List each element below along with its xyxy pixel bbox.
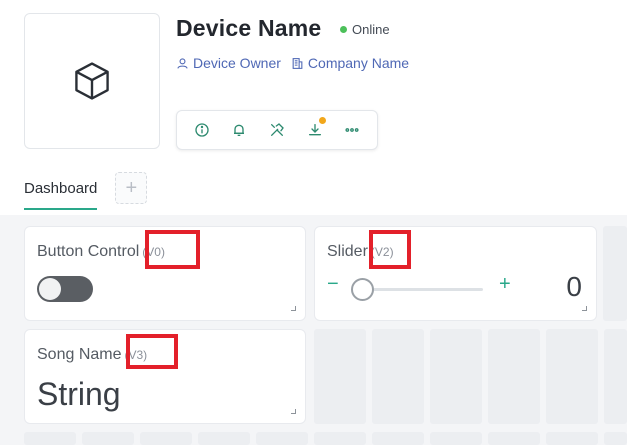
tools-button[interactable] bbox=[264, 117, 290, 143]
status-text: Online bbox=[352, 22, 390, 37]
device-name: Device Name bbox=[176, 15, 322, 41]
pin-highlight-v0 bbox=[145, 230, 200, 269]
grid-placeholder bbox=[198, 432, 250, 445]
grid-placeholder bbox=[372, 329, 424, 424]
widget-title: Song Name bbox=[37, 346, 122, 363]
info-icon bbox=[195, 123, 209, 137]
label-value: String bbox=[37, 376, 121, 412]
grid-placeholder bbox=[24, 432, 76, 445]
slider-handle[interactable] bbox=[351, 278, 374, 301]
add-tab-button[interactable]: + bbox=[115, 172, 148, 204]
device-action-bar bbox=[176, 110, 378, 150]
pin-highlight-v2 bbox=[369, 230, 411, 269]
company-name-link[interactable]: Company Name bbox=[291, 55, 409, 71]
device-owner-link[interactable]: Device Owner bbox=[176, 55, 281, 71]
device-meta: Device Owner Company Name bbox=[176, 55, 419, 71]
toggle-switch[interactable] bbox=[37, 276, 93, 302]
notifications-button[interactable] bbox=[226, 117, 252, 143]
grid-placeholder bbox=[604, 329, 627, 424]
resize-handle[interactable] bbox=[291, 306, 296, 311]
tools-icon bbox=[270, 123, 284, 136]
widget-title: Slider bbox=[327, 243, 368, 260]
grid-placeholder bbox=[603, 226, 627, 321]
pin-highlight-v3 bbox=[126, 334, 178, 369]
more-button[interactable] bbox=[339, 117, 365, 143]
update-badge bbox=[318, 117, 326, 124]
tab-bar: Dashboard + bbox=[24, 172, 148, 210]
grid-placeholder bbox=[140, 432, 192, 445]
device-image bbox=[24, 13, 160, 149]
grid-placeholder bbox=[488, 432, 540, 445]
info-button[interactable] bbox=[189, 117, 215, 143]
grid-placeholder bbox=[314, 329, 366, 424]
cube-icon bbox=[75, 62, 109, 100]
bell-icon bbox=[234, 124, 245, 136]
more-icon bbox=[345, 128, 359, 132]
grid-placeholder bbox=[256, 432, 308, 445]
tab-dashboard[interactable]: Dashboard bbox=[24, 180, 98, 210]
slider-value: 0 bbox=[566, 271, 582, 302]
download-icon bbox=[308, 124, 321, 136]
download-button[interactable] bbox=[302, 117, 328, 143]
grid-placeholder bbox=[488, 329, 540, 424]
widget-title: Button Control bbox=[37, 243, 140, 260]
grid-placeholder bbox=[430, 329, 482, 424]
grid-placeholder bbox=[82, 432, 134, 445]
online-dot bbox=[340, 26, 347, 33]
slider-widget[interactable]: Slider (V2) − + 0 bbox=[314, 226, 597, 321]
toggle-knob bbox=[39, 278, 61, 300]
grid-placeholder bbox=[604, 432, 627, 445]
status-badge: Online bbox=[340, 22, 390, 37]
grid-placeholder bbox=[372, 432, 424, 445]
resize-handle[interactable] bbox=[582, 306, 587, 311]
slider-decrement-button[interactable]: − bbox=[327, 273, 339, 296]
grid-placeholder bbox=[546, 329, 598, 424]
plus-icon: + bbox=[125, 177, 138, 199]
slider-increment-button[interactable]: + bbox=[499, 273, 511, 296]
building-icon bbox=[292, 57, 303, 69]
grid-placeholder bbox=[430, 432, 482, 445]
grid-placeholder bbox=[546, 432, 598, 445]
user-icon bbox=[177, 57, 188, 69]
device-owner-text: Device Owner bbox=[193, 55, 281, 71]
grid-placeholder bbox=[314, 432, 366, 445]
resize-handle[interactable] bbox=[291, 409, 296, 414]
company-name-text: Company Name bbox=[307, 55, 410, 71]
